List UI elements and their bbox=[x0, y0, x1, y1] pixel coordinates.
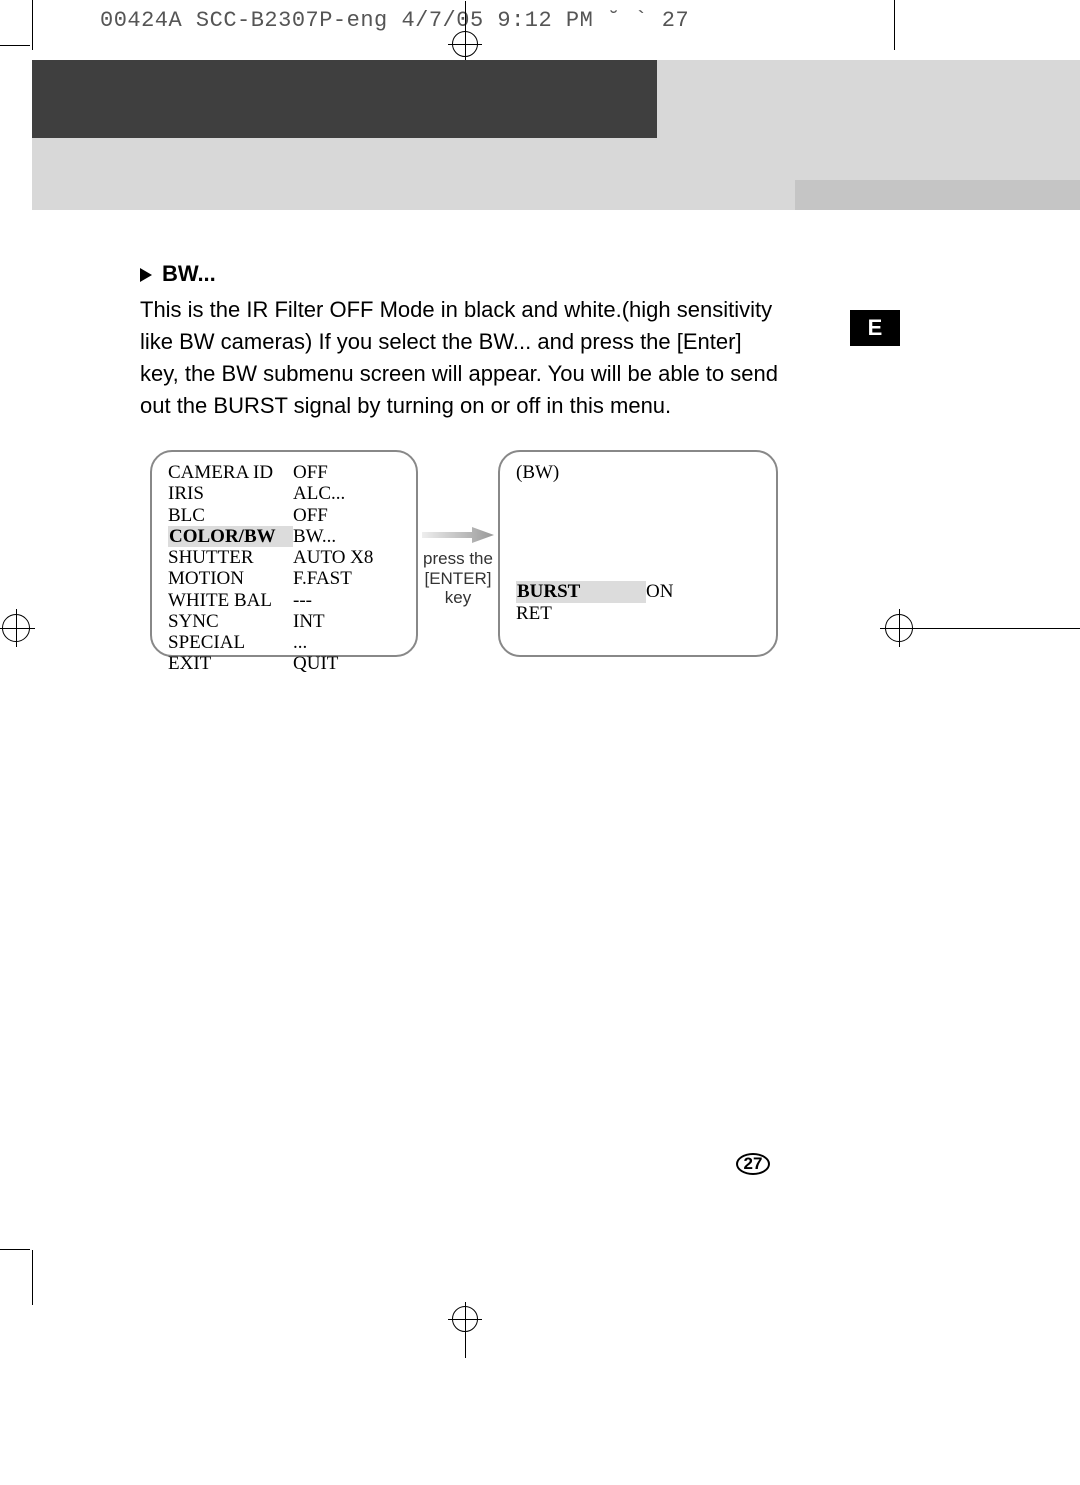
triangle-bullet-icon bbox=[140, 259, 154, 291]
menu-value: F.FAST bbox=[293, 568, 352, 589]
menu-row: RET bbox=[516, 603, 760, 624]
menu-label: SPECIAL bbox=[168, 632, 293, 653]
menu-value: OFF bbox=[293, 505, 328, 526]
arrow-text-1: press the bbox=[423, 549, 493, 569]
menu-label: SYNC bbox=[168, 611, 293, 632]
crop-line bbox=[0, 45, 30, 46]
menu-row: MOTIONF.FAST bbox=[168, 568, 400, 589]
menu-value: ON bbox=[646, 581, 673, 602]
menu-label: CAMERA ID bbox=[168, 462, 293, 483]
menu-row: EXITQUIT bbox=[168, 653, 400, 674]
page-number: 27 bbox=[736, 1153, 770, 1175]
menu-label: COLOR/BW bbox=[168, 526, 293, 547]
menu-row: BLCOFF bbox=[168, 505, 400, 526]
menu-value: --- bbox=[293, 590, 312, 611]
language-tab: E bbox=[850, 310, 900, 346]
menu-label: SHUTTER bbox=[168, 547, 293, 568]
menu-row: COLOR/BWBW... bbox=[168, 526, 400, 547]
menu-label: RET bbox=[516, 603, 646, 624]
main-menu-box: CAMERA IDOFFIRISALC...BLCOFFCOLOR/BWBW..… bbox=[150, 450, 418, 657]
section-paragraph: This is the IR Filter OFF Mode in black … bbox=[140, 294, 780, 422]
menu-value: ... bbox=[293, 632, 307, 653]
menu-row: CAMERA IDOFF bbox=[168, 462, 400, 483]
menu-value: BW... bbox=[293, 526, 336, 547]
print-slug: 00424A SCC-B2307P-eng 4/7/05 9:12 PM ˘ `… bbox=[100, 8, 689, 33]
arrow-right-icon bbox=[422, 527, 494, 543]
crop-line bbox=[894, 0, 895, 50]
menu-row: SHUTTERAUTO X8 bbox=[168, 547, 400, 568]
section-body: BW... This is the IR Filter OFF Mode in … bbox=[140, 258, 780, 422]
menu-row: BURSTON bbox=[516, 581, 760, 602]
menu-value: INT bbox=[293, 611, 325, 632]
menu-label: BURST bbox=[516, 581, 646, 602]
submenu-title: (BW) bbox=[516, 462, 760, 483]
arrow-text-2: [ENTER] key bbox=[418, 569, 498, 608]
menu-row: SYNCINT bbox=[168, 611, 400, 632]
menu-value: OFF bbox=[293, 462, 328, 483]
arrow-label: press the [ENTER] key bbox=[418, 499, 498, 608]
menu-label: IRIS bbox=[168, 483, 293, 504]
registration-mark-icon bbox=[883, 612, 915, 644]
crop-line bbox=[32, 1250, 33, 1305]
menu-label: EXIT bbox=[168, 653, 293, 674]
menu-value: QUIT bbox=[293, 653, 338, 674]
menu-row: SPECIAL... bbox=[168, 632, 400, 653]
menu-value: ALC... bbox=[293, 483, 345, 504]
registration-mark-icon bbox=[0, 612, 32, 644]
header-banner bbox=[32, 60, 1080, 210]
section-title: BW... bbox=[162, 261, 216, 286]
crop-line bbox=[32, 0, 33, 50]
menu-row: IRISALC... bbox=[168, 483, 400, 504]
menu-value: AUTO X8 bbox=[293, 547, 373, 568]
menu-label: BLC bbox=[168, 505, 293, 526]
submenu-box: (BW) BURSTONRET bbox=[498, 450, 778, 657]
crop-line bbox=[0, 1249, 30, 1250]
menu-row: WHITE BAL--- bbox=[168, 590, 400, 611]
menu-label: WHITE BAL bbox=[168, 590, 293, 611]
menu-label: MOTION bbox=[168, 568, 293, 589]
